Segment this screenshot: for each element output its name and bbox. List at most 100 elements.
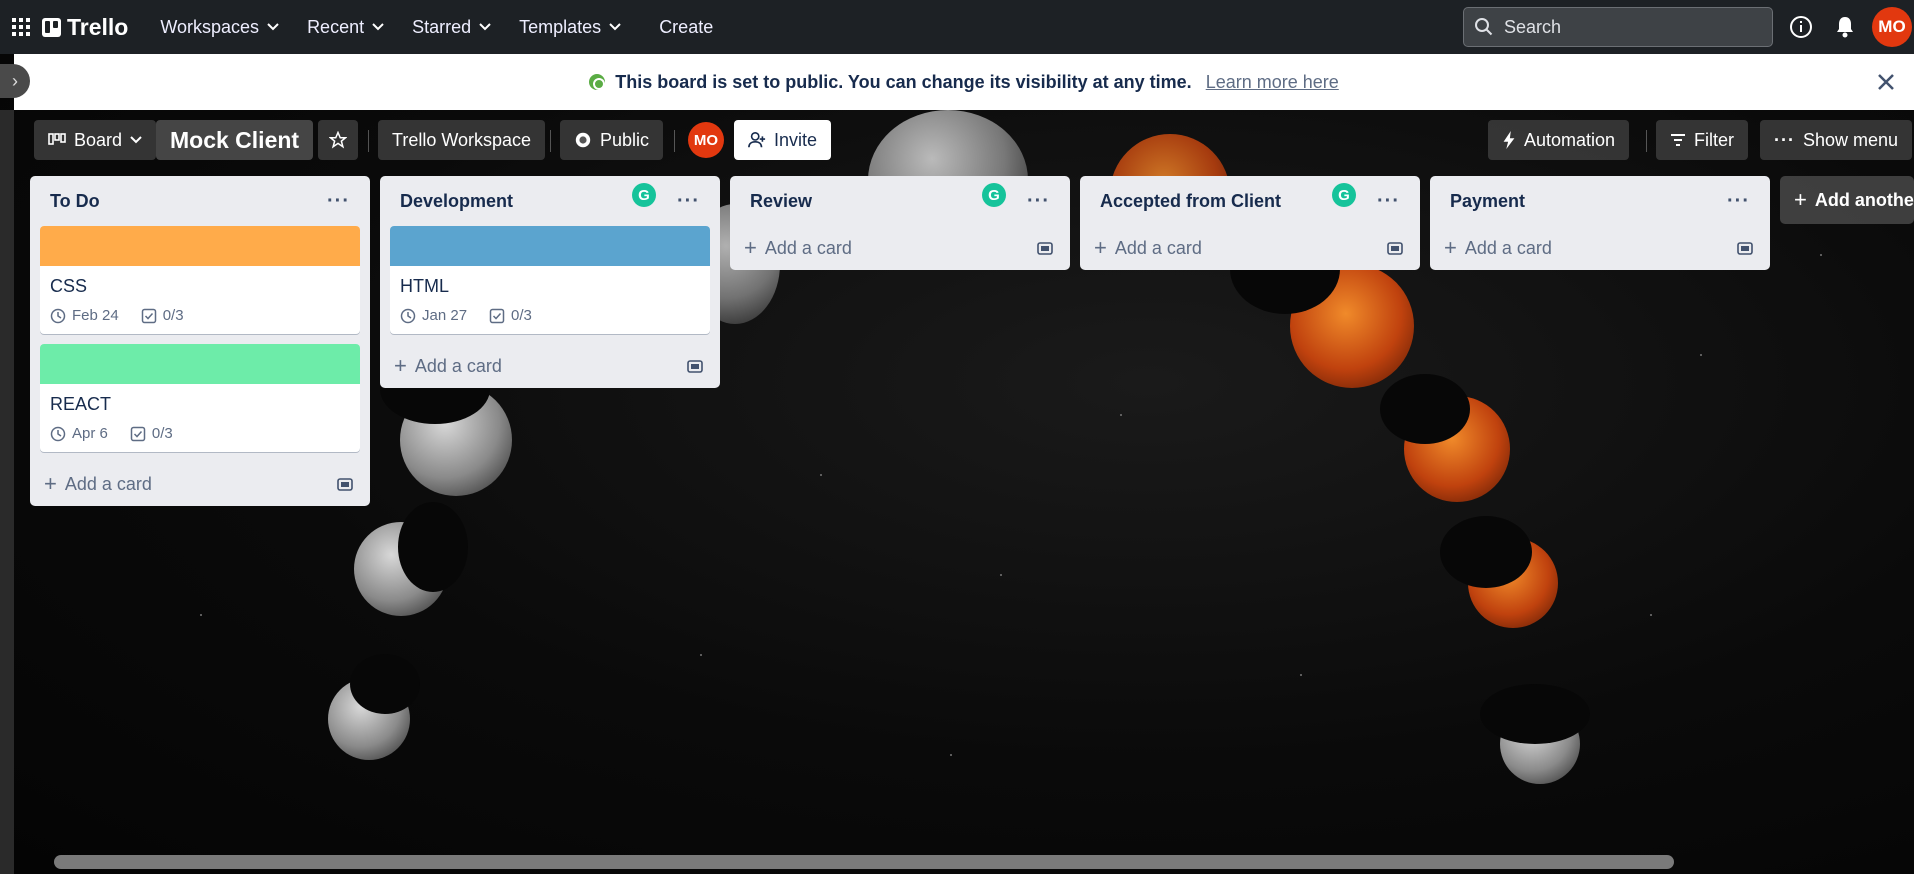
due-date-badge[interactable]: Jan 27 — [400, 307, 467, 324]
card-template-icon[interactable] — [1386, 239, 1404, 257]
due-date-badge[interactable]: Apr 6 — [50, 425, 108, 442]
list-menu-icon[interactable]: ··· — [327, 190, 350, 213]
nav-templates[interactable]: Templates — [505, 0, 635, 54]
chevron-down-icon — [479, 23, 491, 31]
list-title[interactable]: To Do — [50, 191, 100, 212]
show-menu-button[interactable]: ··· Show menu — [1760, 120, 1913, 160]
board-view-switcher[interactable]: Board — [34, 120, 157, 160]
checkbox-icon — [141, 308, 156, 323]
grammarly-icon[interactable]: G — [982, 183, 1006, 207]
nav-recent[interactable]: Recent — [293, 0, 398, 54]
info-icon[interactable] — [1787, 13, 1815, 41]
search-input[interactable]: Search — [1463, 7, 1773, 47]
card-title: CSS — [50, 276, 88, 296]
list-menu-icon[interactable]: ··· — [1027, 190, 1050, 213]
list-title[interactable]: Development — [400, 191, 513, 212]
card-template-icon[interactable] — [1736, 239, 1754, 257]
workspace-button[interactable]: Trello Workspace — [378, 120, 546, 160]
star-button[interactable] — [318, 120, 358, 160]
visibility-banner: This board is set to public. You can cha… — [14, 54, 1914, 110]
filter-button[interactable]: Filter — [1656, 120, 1748, 160]
board-icon — [48, 133, 66, 145]
app-switcher-icon[interactable] — [0, 0, 42, 54]
search-placeholder: Search — [1504, 16, 1562, 37]
horizontal-scrollbar[interactable] — [54, 855, 1674, 869]
plus-icon: + — [1794, 187, 1807, 212]
card-cover — [40, 226, 360, 266]
checkbox-icon — [489, 308, 505, 323]
list-title[interactable]: Payment — [1450, 191, 1525, 212]
add-card-button[interactable]: + Add a card — [1094, 237, 1202, 259]
chevron-down-icon — [609, 23, 621, 31]
plus-icon: + — [1094, 235, 1107, 260]
card-cover — [390, 226, 710, 266]
plus-icon: + — [1444, 235, 1457, 260]
checkbox-icon — [130, 426, 146, 441]
chevron-right-icon: › — [12, 70, 18, 91]
plus-icon: + — [744, 235, 757, 260]
list-menu-icon[interactable]: ··· — [1377, 190, 1400, 213]
invite-button[interactable]: Invite — [734, 120, 832, 160]
card-cover — [40, 344, 360, 384]
card-html[interactable]: HTML Jan 27 0/3 — [390, 226, 710, 334]
card-css[interactable]: CSS Feb 24 0/3 — [40, 226, 360, 334]
close-icon[interactable] — [1872, 68, 1900, 96]
add-card-row: + Add a card — [1430, 226, 1770, 270]
card-template-icon[interactable] — [1036, 239, 1054, 257]
lightning-icon — [1503, 131, 1515, 149]
card-react[interactable]: REACT Apr 6 0/3 — [40, 344, 360, 452]
add-card-button[interactable]: + Add a card — [1444, 237, 1552, 259]
checklist-badge: 0/3 — [141, 307, 184, 324]
plus-icon: + — [44, 471, 57, 496]
list-title[interactable]: Review — [750, 191, 812, 212]
add-card-button[interactable]: + Add a card — [394, 355, 502, 377]
trello-logo[interactable]: Trello — [42, 14, 128, 41]
list-development: Development G ··· HTML Jan 27 0/3 + Add … — [380, 176, 720, 388]
list-menu-icon[interactable]: ··· — [677, 190, 700, 213]
clock-icon — [50, 308, 66, 323]
card-template-icon[interactable] — [686, 357, 704, 375]
bell-icon[interactable] — [1831, 13, 1859, 41]
globe-icon — [575, 132, 591, 148]
checklist-badge: 0/3 — [130, 425, 173, 442]
grammarly-icon[interactable]: G — [1332, 183, 1356, 207]
add-list-button[interactable]: + Add another list — [1780, 176, 1914, 224]
card-title: REACT — [50, 394, 112, 414]
add-person-icon — [748, 131, 766, 148]
list-accepted-from-client: Accepted from Client G ··· + Add a card — [1080, 176, 1420, 270]
clock-icon — [400, 308, 416, 323]
list-title[interactable]: Accepted from Client — [1100, 191, 1281, 212]
grammarly-icon[interactable]: G — [632, 183, 656, 207]
card-title: HTML — [400, 276, 449, 296]
star-icon — [329, 131, 347, 149]
list-review: Review G ··· + Add a card — [730, 176, 1070, 270]
add-card-button[interactable]: + Add a card — [44, 473, 152, 495]
plus-icon: + — [394, 353, 407, 378]
due-date-badge[interactable]: Feb 24 — [50, 307, 119, 324]
sidebar-collapsed — [0, 110, 14, 874]
create-button[interactable]: Create — [645, 17, 727, 38]
board-title[interactable]: Mock Client — [156, 120, 314, 160]
chevron-down-icon — [267, 23, 279, 31]
add-card-row: + Add a card — [730, 226, 1070, 270]
visibility-button[interactable]: Public — [560, 120, 664, 160]
member-avatar[interactable]: MO — [688, 122, 724, 158]
clock-icon — [50, 426, 66, 441]
add-card-row: + Add a card — [380, 344, 720, 388]
trello-logo-icon — [42, 17, 61, 37]
learn-more-link[interactable]: Learn more here — [1206, 72, 1339, 93]
add-card-button[interactable]: + Add a card — [744, 237, 852, 259]
user-avatar[interactable]: MO — [1872, 7, 1912, 47]
search-icon — [1475, 18, 1493, 36]
list-menu-icon[interactable]: ··· — [1727, 190, 1750, 213]
nav-workspaces[interactable]: Workspaces — [146, 0, 293, 54]
list-payment: Payment ··· + Add a card — [1430, 176, 1770, 270]
checklist-badge: 0/3 — [489, 307, 532, 324]
automation-button[interactable]: Automation — [1488, 120, 1630, 160]
card-template-icon[interactable] — [336, 475, 354, 493]
top-navigation: Trello Workspaces Recent Starred Templat… — [0, 0, 1914, 54]
nav-starred[interactable]: Starred — [398, 0, 505, 54]
globe-icon — [589, 74, 606, 90]
chevron-down-icon — [372, 23, 384, 31]
add-card-row: + Add a card — [30, 462, 370, 506]
